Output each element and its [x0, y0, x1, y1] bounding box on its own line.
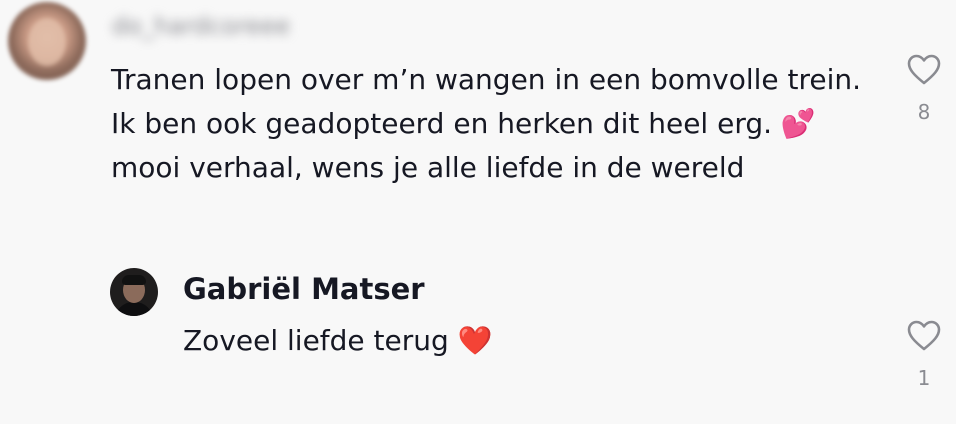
reply-author-name[interactable]: Gabriël Matser	[183, 270, 425, 308]
avatar-face	[28, 18, 66, 66]
commenter-username[interactable]: do_hardcoreee	[112, 12, 364, 40]
heart-outline-icon[interactable]	[902, 320, 946, 352]
comment-text: Tranen lopen over m’n wangen in een bomv…	[111, 63, 862, 184]
avatar-body	[115, 302, 153, 316]
commenter-avatar[interactable]	[8, 2, 86, 80]
avatar-hair	[122, 275, 146, 285]
reply-text: Zoveel liefde terug ❤️	[183, 324, 493, 357]
reply-like-group[interactable]: 1	[902, 320, 946, 390]
comment-like-count: 8	[917, 100, 931, 124]
reply-avatar[interactable]	[110, 268, 158, 316]
reply-like-count: 1	[917, 366, 931, 390]
comment-like-group[interactable]: 8	[902, 54, 946, 124]
heart-outline-icon[interactable]	[902, 54, 946, 86]
